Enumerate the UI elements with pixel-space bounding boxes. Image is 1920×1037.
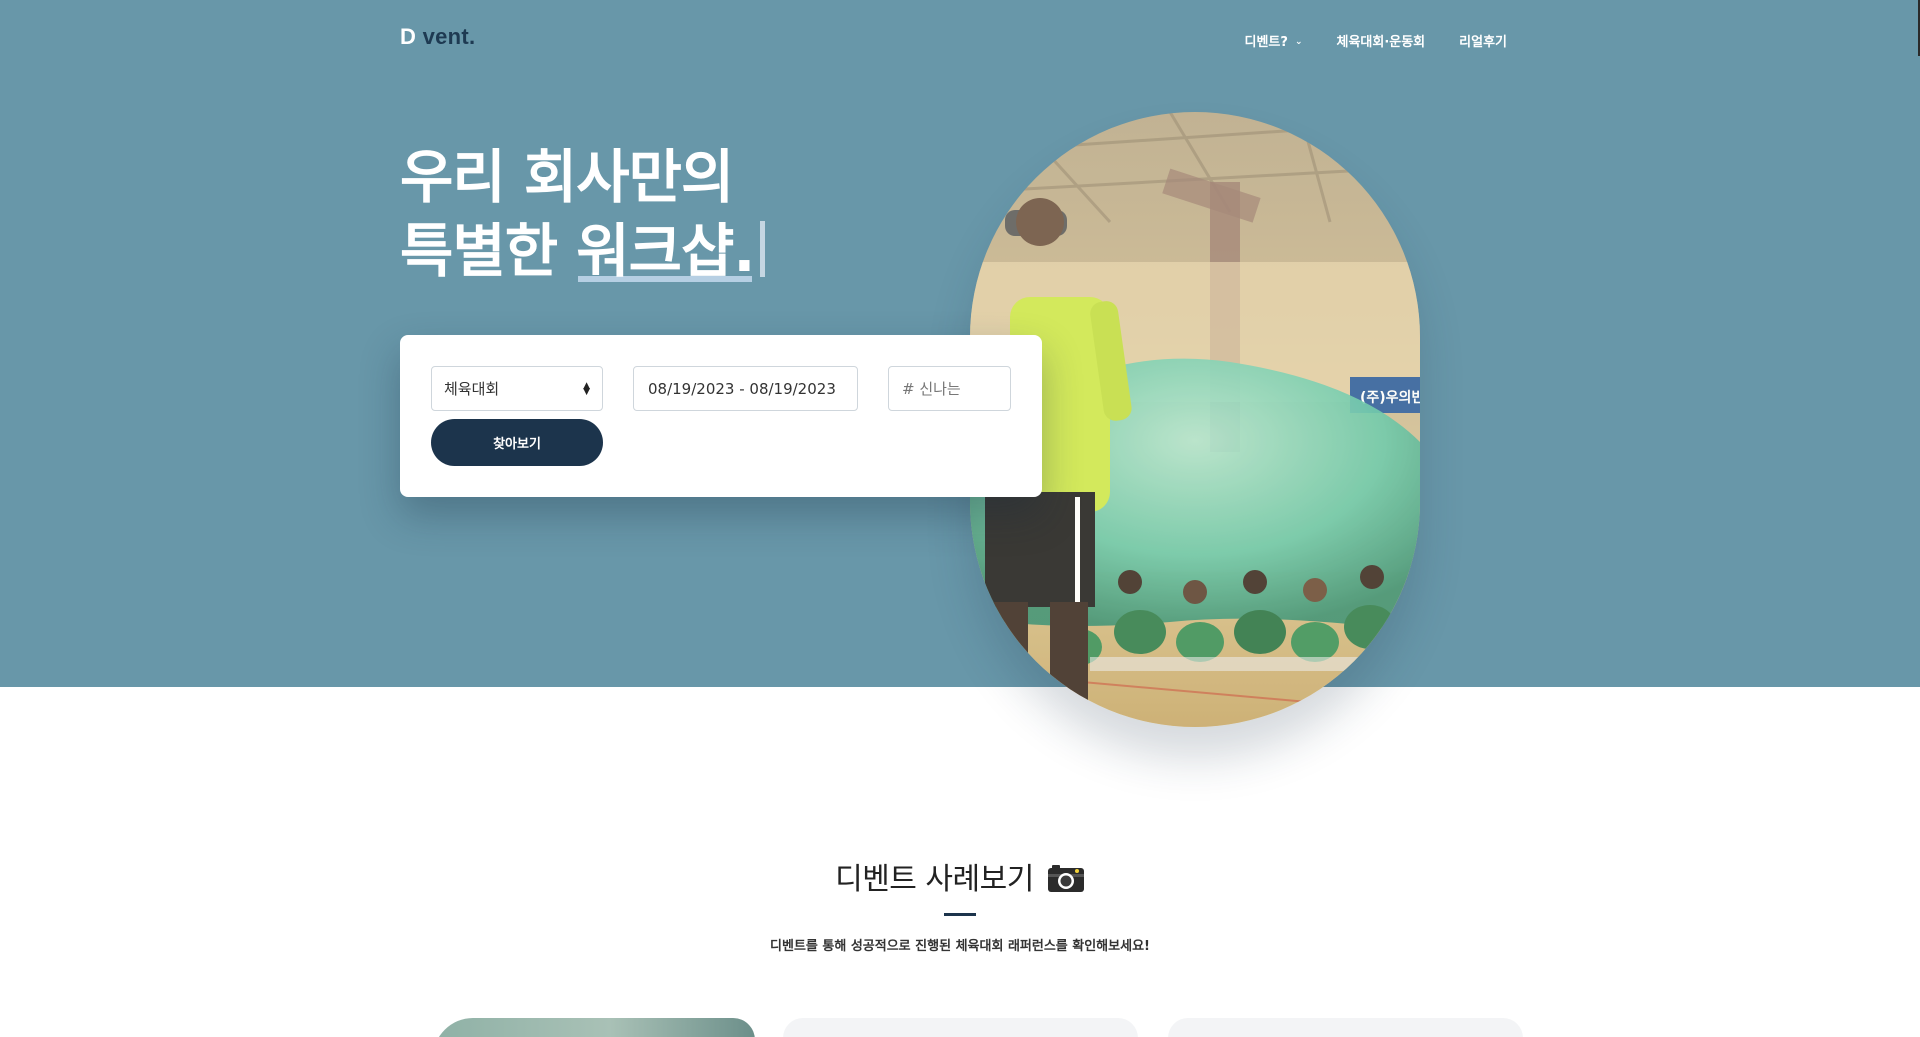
- search-card: 체육대회 ▲ ▼ 08/19/2023 - 08/19/2023 # 신나는 찾아…: [400, 335, 1042, 497]
- hero-headline: 우리 회사만의 특별한 워크샵.: [400, 140, 766, 288]
- nav-label-reviews: 리얼후기: [1459, 35, 1507, 50]
- case-card-1[interactable]: [415, 1018, 755, 1037]
- category-select[interactable]: 체육대회 ▲ ▼: [431, 366, 603, 411]
- main-nav: 디벤트? ⌄ 체육대회·운동회 리얼후기: [1245, 31, 1507, 50]
- hero-headline-prefix: 특별한: [400, 217, 577, 285]
- brand-logo-text: vent.: [416, 24, 476, 49]
- nav-label-sports-day: 체육대회·운동회: [1336, 35, 1426, 50]
- cases-subtitle: 디벤트를 통해 성공적으로 진행된 체육대회 래퍼런스를 확인해보세요!: [770, 939, 1150, 954]
- section-title-underline: [944, 913, 976, 916]
- hashtag-input[interactable]: # 신나는: [888, 366, 1011, 411]
- cases-title-text: 디벤트 사례보기: [835, 862, 1034, 897]
- case-card-2[interactable]: [783, 1018, 1138, 1037]
- nav-item-sports-day[interactable]: 체육대회·운동회: [1336, 31, 1425, 50]
- cases-section-title: 디벤트 사례보기: [0, 854, 1920, 898]
- brand-logo-d: D: [400, 24, 417, 49]
- case-card-1-image: [433, 1018, 755, 1037]
- nav-item-about[interactable]: 디벤트? ⌄: [1245, 31, 1303, 50]
- hero-headline-line2: 특별한 워크샵.: [400, 214, 766, 288]
- camera-icon: [1047, 865, 1084, 892]
- select-arrows-icon: ▲ ▼: [583, 380, 590, 397]
- case-card-3[interactable]: [1168, 1018, 1523, 1037]
- category-select-value: 체육대회: [444, 380, 500, 398]
- nav-item-reviews[interactable]: 리얼후기: [1459, 31, 1507, 50]
- date-range-input[interactable]: 08/19/2023 - 08/19/2023: [633, 366, 858, 411]
- nav-label-about: 디벤트?: [1244, 35, 1288, 50]
- typing-cursor: [760, 221, 766, 277]
- chevron-down-icon: ⌄: [1294, 36, 1303, 47]
- hero-headline-highlight: 워크샵.: [576, 214, 755, 288]
- search-button[interactable]: 찾아보기: [431, 419, 603, 466]
- hero-headline-line1: 우리 회사만의: [400, 143, 734, 211]
- brand-logo[interactable]: D vent.: [400, 24, 475, 50]
